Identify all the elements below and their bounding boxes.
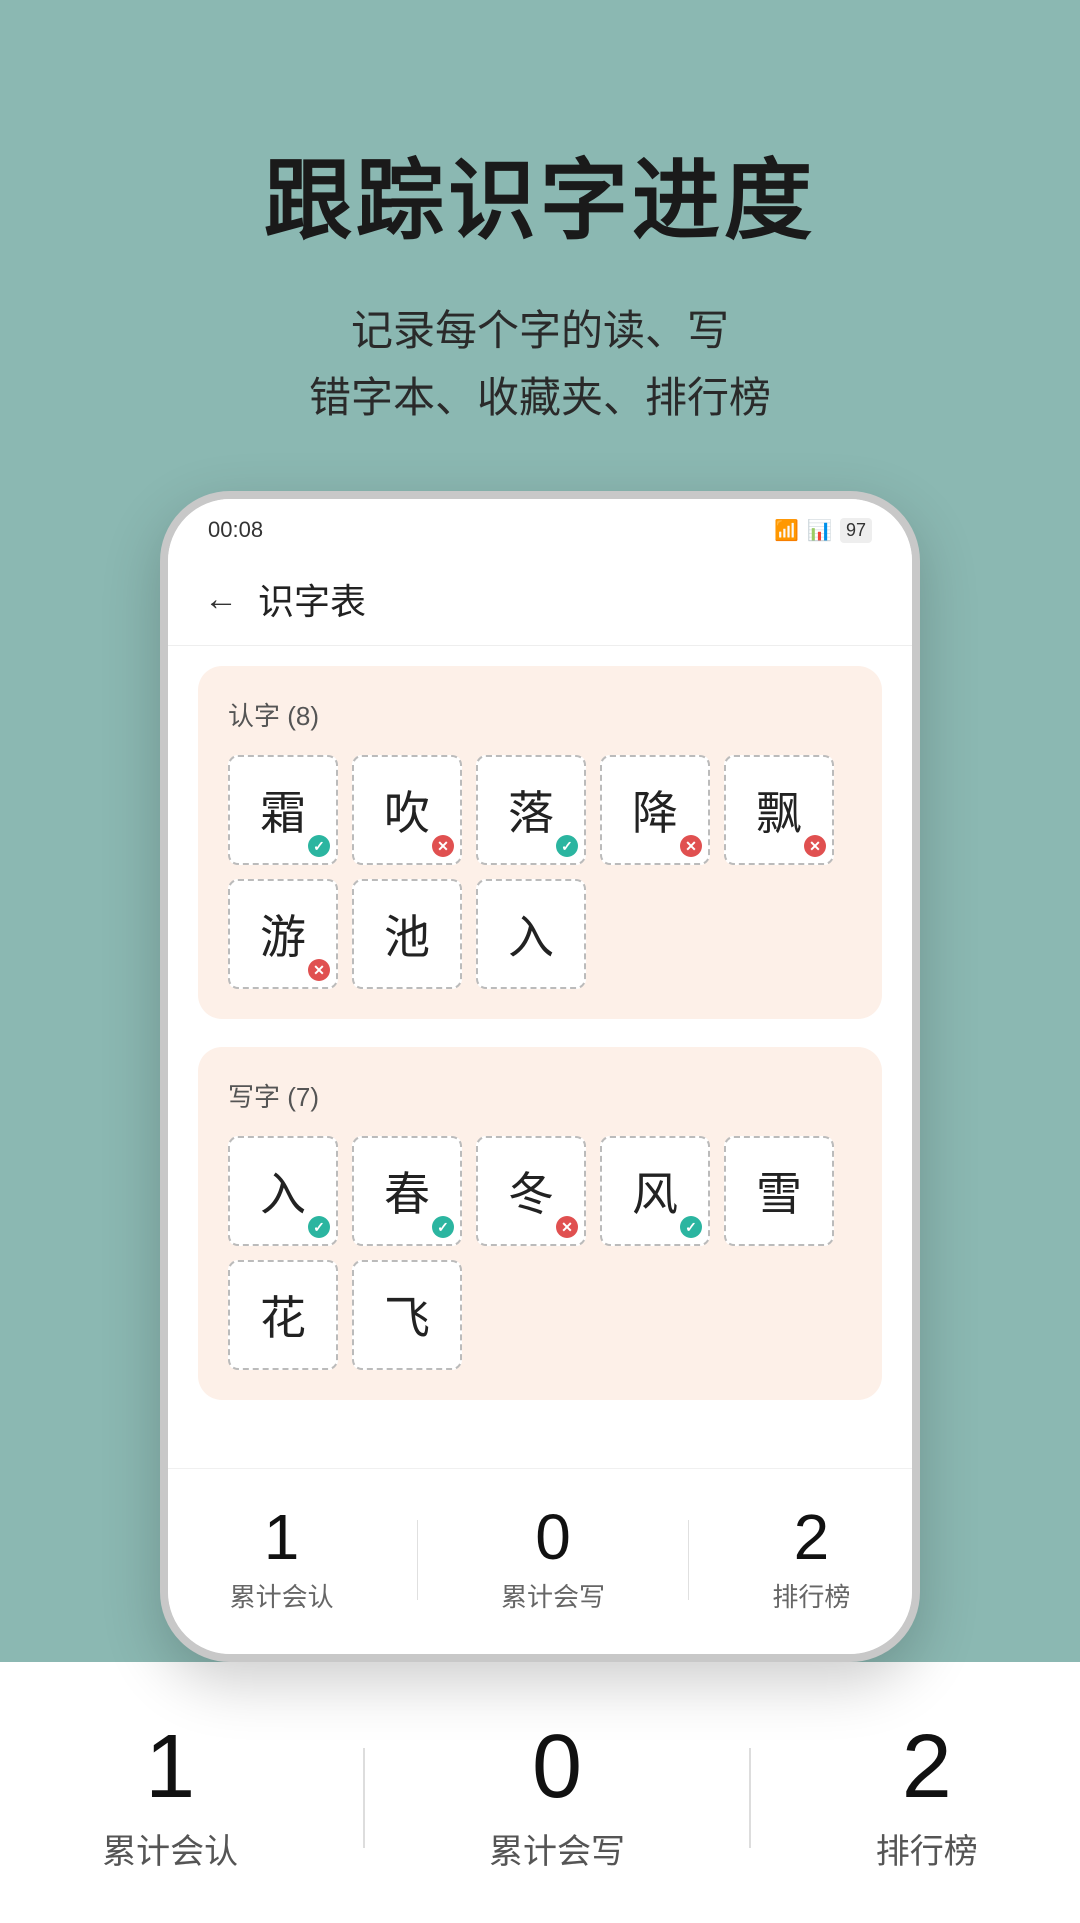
- recognize-section: 认字 (8) 霜 吹 落 降: [198, 666, 882, 1019]
- char-cell[interactable]: 吹: [352, 755, 462, 865]
- status-red: [308, 959, 330, 981]
- write-grid: 入 春 冬 风 雪: [228, 1136, 852, 1370]
- char-cell[interactable]: 降: [600, 755, 710, 865]
- char-cell[interactable]: 游: [228, 879, 338, 989]
- outer-divider-2: [749, 1748, 751, 1848]
- stat-recognize: 1 累计会认: [230, 1505, 334, 1614]
- outer-stat-recognize-number: 1: [145, 1722, 195, 1812]
- char-cell[interactable]: 春: [352, 1136, 462, 1246]
- stat-divider: [417, 1520, 418, 1600]
- phone-frame: 00:08 📶 📊 97 ← 识字表 认字 (8) 霜: [160, 491, 920, 1662]
- status-green: [556, 835, 578, 857]
- char-cell[interactable]: 风: [600, 1136, 710, 1246]
- char-cell[interactable]: 雪: [724, 1136, 834, 1246]
- status-icons: 📶 📊 97: [774, 518, 872, 543]
- outer-stats-section: 1 累计会认 0 累计会写 2 排行榜: [0, 1662, 1080, 1923]
- char-cell[interactable]: 花: [228, 1260, 338, 1370]
- subtitle-line2: 错字本、收藏夹、排行榜: [309, 364, 771, 431]
- content-area: 认字 (8) 霜 吹 落 降: [168, 646, 912, 1468]
- outer-stat-rank-label: 排行榜: [876, 1824, 978, 1873]
- status-red: [680, 835, 702, 857]
- stat-divider-2: [688, 1520, 689, 1600]
- nav-title: 识字表: [258, 573, 366, 625]
- char-cell[interactable]: 飘: [724, 755, 834, 865]
- nav-bar: ← 识字表: [168, 553, 912, 646]
- status-bar: 00:08 📶 📊 97: [168, 499, 912, 553]
- outer-stat-write-label: 累计会写: [489, 1824, 625, 1873]
- wifi-icon: 📶: [774, 518, 799, 543]
- status-red: [556, 1216, 578, 1238]
- main-title: 跟踪识字进度: [264, 130, 816, 257]
- char-cell[interactable]: 入: [228, 1136, 338, 1246]
- char-cell[interactable]: 冬: [476, 1136, 586, 1246]
- phone-stats-bar: 1 累计会认 0 累计会写 2 排行榜: [168, 1468, 912, 1654]
- stat-rank-label: 排行榜: [772, 1577, 850, 1614]
- outer-stat-recognize: 1 累计会认: [102, 1722, 238, 1873]
- outer-stat-recognize-label: 累计会认: [102, 1824, 238, 1873]
- status-time: 00:08: [208, 517, 263, 543]
- battery-icon: 97: [840, 518, 872, 543]
- stat-rank-number: 2: [794, 1505, 830, 1569]
- status-green: [680, 1216, 702, 1238]
- status-green: [308, 1216, 330, 1238]
- outer-stat-rank-number: 2: [902, 1722, 952, 1812]
- stat-write-label: 累计会写: [501, 1577, 605, 1614]
- stat-rank: 2 排行榜: [772, 1505, 850, 1614]
- outer-stat-write-number: 0: [532, 1722, 582, 1812]
- stat-recognize-label: 累计会认: [230, 1577, 334, 1614]
- stat-recognize-number: 1: [264, 1505, 300, 1569]
- char-cell[interactable]: 飞: [352, 1260, 462, 1370]
- top-section: 跟踪识字进度 记录每个字的读、写 错字本、收藏夹、排行榜: [0, 0, 1080, 491]
- status-green: [432, 1216, 454, 1238]
- subtitle: 记录每个字的读、写 错字本、收藏夹、排行榜: [309, 297, 771, 431]
- char-cell[interactable]: 落: [476, 755, 586, 865]
- status-red: [432, 835, 454, 857]
- write-label: 写字 (7): [228, 1077, 852, 1114]
- char-cell[interactable]: 池: [352, 879, 462, 989]
- outer-stat-rank: 2 排行榜: [876, 1722, 978, 1873]
- stat-write: 0 累计会写: [501, 1505, 605, 1614]
- recognize-grid: 霜 吹 落 降 飘: [228, 755, 852, 989]
- back-button[interactable]: ←: [204, 580, 238, 619]
- status-red: [804, 835, 826, 857]
- outer-stat-write: 0 累计会写: [489, 1722, 625, 1873]
- phone-mockup: 00:08 📶 📊 97 ← 识字表 认字 (8) 霜: [160, 491, 920, 1662]
- outer-divider-1: [363, 1748, 365, 1848]
- char-cell[interactable]: 霜: [228, 755, 338, 865]
- subtitle-line1: 记录每个字的读、写: [309, 297, 771, 364]
- recognize-label: 认字 (8): [228, 696, 852, 733]
- stat-write-number: 0: [535, 1505, 571, 1569]
- char-cell[interactable]: 入: [476, 879, 586, 989]
- signal-icon: 📊: [807, 518, 832, 543]
- status-green: [308, 835, 330, 857]
- write-section: 写字 (7) 入 春 冬 风: [198, 1047, 882, 1400]
